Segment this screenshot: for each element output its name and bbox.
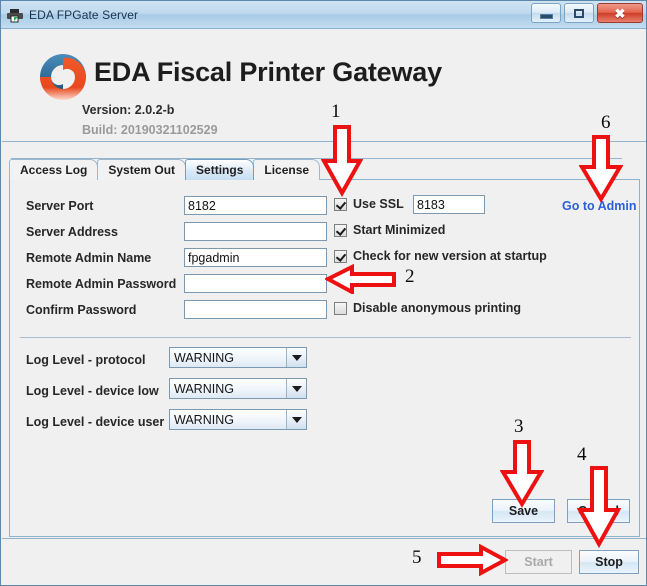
minimize-icon (539, 13, 553, 19)
start-minimized-checkbox[interactable] (334, 223, 347, 237)
app-header: EDA Fiscal Printer Gateway Version: 2.0.… (2, 29, 646, 142)
version-label: Version: 2.0.2-b (82, 103, 175, 117)
tab-label: License (264, 163, 310, 177)
remote-admin-name-label: Remote Admin Name (26, 251, 152, 265)
maximize-icon (574, 8, 584, 18)
annotation-number-5: 5 (412, 547, 422, 568)
check-new-version-row: Check for new version at startup (334, 249, 547, 263)
log-level-device-user-combo[interactable]: WARNING (169, 409, 307, 430)
stop-button[interactable]: Stop (579, 550, 639, 574)
annotation-number-1: 1 (331, 101, 341, 122)
log-level-protocol-label: Log Level - protocol (26, 353, 146, 367)
tab-settings[interactable]: Settings (185, 159, 255, 180)
server-address-field[interactable] (184, 222, 327, 241)
title-bar: EDA FPGate Server ✖ (1, 1, 646, 29)
combo-value: WARNING (174, 350, 234, 365)
start-button[interactable]: Start (505, 550, 572, 574)
window-title: EDA FPGate Server (29, 7, 139, 22)
check-new-version-checkbox[interactable] (334, 249, 347, 263)
confirm-password-label: Confirm Password (26, 303, 137, 317)
close-button[interactable]: ✖ (597, 3, 643, 23)
tab-label: System Out (108, 163, 176, 177)
go-to-admin-link[interactable]: Go to Admin (562, 199, 637, 213)
tab-license[interactable]: License (253, 159, 321, 180)
combo-value: WARNING (174, 412, 234, 427)
cancel-button[interactable]: Cancel (567, 499, 630, 523)
server-port-label: Server Port (26, 199, 94, 213)
combo-value: WARNING (174, 381, 234, 396)
chevron-down-icon[interactable] (286, 348, 306, 367)
annotation-number-2: 2 (405, 266, 415, 287)
settings-panel: Server Port Server Address Remote Admin … (9, 179, 640, 537)
page-title: EDA Fiscal Printer Gateway (94, 57, 442, 87)
confirm-password-field[interactable] (184, 300, 327, 319)
maximize-button[interactable] (564, 3, 594, 23)
use-ssl-checkbox[interactable] (334, 197, 347, 211)
chevron-down-icon[interactable] (286, 410, 306, 429)
log-level-device-user-label: Log Level - device user (26, 415, 165, 429)
bottom-bar: Start Stop (2, 538, 646, 585)
tab-label: Settings (196, 163, 244, 177)
tab-strip: Access Log System Out Settings License (9, 158, 321, 180)
annotation-number-4: 4 (577, 444, 587, 465)
log-level-device-low-label: Log Level - device low (26, 384, 159, 398)
build-label: Build: 20190321102529 (82, 123, 218, 137)
tab-label: Access Log (20, 163, 88, 177)
section-separator (20, 337, 631, 338)
tab-system-out[interactable]: System Out (97, 159, 187, 180)
minimize-button[interactable] (531, 3, 561, 23)
check-new-version-label: Check for new version at startup (353, 249, 547, 263)
annotation-number-6: 6 (601, 112, 611, 133)
use-ssl-label: Use SSL (353, 197, 404, 211)
application-window: EDA FPGate Server ✖ EDA Fiscal Printer G… (0, 0, 647, 586)
remote-admin-name-field[interactable] (184, 248, 327, 267)
server-port-field[interactable] (184, 196, 327, 215)
disable-anonymous-printing-checkbox[interactable] (334, 301, 347, 315)
ssl-port-field[interactable] (413, 195, 485, 214)
use-ssl-row: Use SSL (334, 197, 404, 211)
log-level-device-low-combo[interactable]: WARNING (169, 378, 307, 399)
start-minimized-label: Start Minimized (353, 223, 446, 237)
tab-access-log[interactable]: Access Log (9, 159, 99, 180)
server-address-label: Server Address (26, 225, 118, 239)
chevron-down-icon[interactable] (286, 379, 306, 398)
window-controls: ✖ (531, 3, 643, 23)
printer-icon (7, 7, 23, 23)
close-icon: ✖ (614, 5, 626, 21)
log-level-protocol-combo[interactable]: WARNING (169, 347, 307, 368)
annotation-number-3: 3 (514, 416, 524, 437)
disable-anonymous-printing-row: Disable anonymous printing (334, 301, 521, 315)
save-button[interactable]: Save (492, 499, 555, 523)
remote-admin-password-label: Remote Admin Password (26, 277, 177, 291)
start-minimized-row: Start Minimized (334, 223, 445, 237)
eda-logo-icon (37, 51, 89, 103)
disable-anonymous-printing-label: Disable anonymous printing (353, 301, 522, 315)
remote-admin-password-field[interactable] (184, 274, 327, 293)
